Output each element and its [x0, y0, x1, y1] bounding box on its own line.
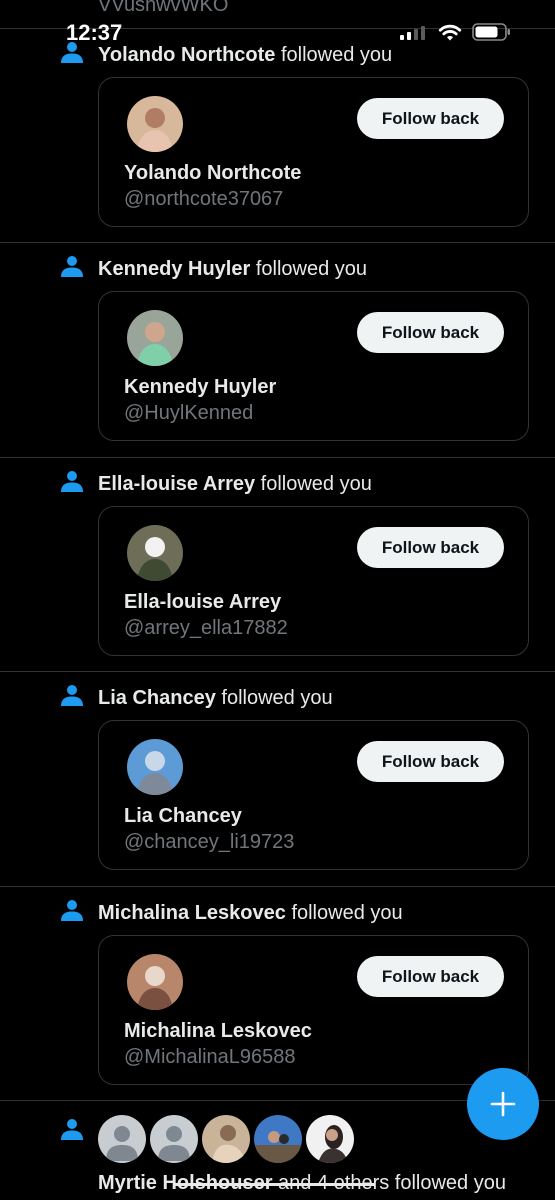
follower-name[interactable]: Lia Chancey — [98, 687, 216, 709]
follower-name[interactable]: Ella-louise Arrey — [98, 473, 255, 495]
compose-button[interactable] — [467, 1068, 539, 1140]
notification-text: Ella-louise Arrey followed you — [98, 473, 372, 496]
follower-name[interactable]: Kennedy Huyler — [98, 258, 250, 280]
person-icon — [61, 256, 83, 278]
card-display-name[interactable]: Lia Chancey — [124, 805, 242, 828]
action-text: followed you — [291, 901, 403, 924]
person-icon — [61, 470, 83, 492]
card-handle: @MichalinaL96588 — [124, 1045, 296, 1068]
follower-name[interactable]: Michalina Leskovec — [98, 902, 286, 924]
avatar[interactable] — [127, 953, 183, 1010]
card-handle: @chancey_li19723 — [124, 831, 295, 854]
avatar-placeholder[interactable] — [150, 1115, 198, 1163]
follow-back-button[interactable]: Follow back — [357, 526, 504, 568]
card-display-name[interactable]: Yolando Northcote — [124, 162, 301, 185]
cellular-signal-icon — [400, 26, 425, 40]
status-bar: VVushwvWKO 12:37 — [0, 0, 555, 56]
avatar[interactable] — [127, 739, 183, 796]
avatar[interactable] — [127, 524, 183, 581]
avatar[interactable] — [254, 1115, 302, 1163]
user-card[interactable]: Follow back Lia Chancey @chancey_li19723 — [98, 720, 529, 871]
notification-text: Kennedy Huyler followed you — [98, 258, 367, 281]
action-text: followed you — [255, 258, 368, 281]
notification-item[interactable]: Ella-louise Arrey followed you Follow ba… — [0, 458, 555, 673]
person-icon — [61, 899, 83, 921]
user-card[interactable]: Follow back Kennedy Huyler @HuylKenned — [98, 291, 529, 442]
card-display-name[interactable]: Kennedy Huyler — [124, 376, 276, 399]
avatar-placeholder[interactable] — [98, 1115, 146, 1163]
status-clock: 12:37 — [66, 20, 123, 45]
avatar[interactable] — [127, 310, 183, 367]
follow-back-button[interactable]: Follow back — [357, 955, 504, 997]
battery-icon — [472, 23, 510, 41]
previous-item-text: VVushwvWKO — [98, 0, 229, 16]
follow-back-button[interactable]: Follow back — [357, 98, 504, 139]
follow-back-button[interactable]: Follow back — [357, 741, 504, 783]
follow-back-button[interactable]: Follow back — [357, 312, 504, 354]
user-card[interactable]: Follow back Yolando Northcote @northcote… — [98, 77, 529, 227]
avatar[interactable] — [127, 96, 183, 152]
card-handle: @HuylKenned — [124, 402, 254, 425]
user-card[interactable]: Follow back Ella-louise Arrey @arrey_ell… — [98, 505, 529, 656]
plus-icon — [490, 1091, 516, 1117]
card-display-name[interactable]: Ella-louise Arrey — [124, 591, 281, 614]
wifi-icon — [438, 24, 462, 41]
strike-mark — [175, 1183, 375, 1186]
avatar[interactable] — [202, 1115, 250, 1163]
card-display-name[interactable]: Michalina Leskovec — [124, 1020, 312, 1043]
notification-item[interactable]: Michalina Leskovec followed you Follow b… — [0, 887, 555, 1101]
notification-item[interactable]: Kennedy Huyler followed you Follow back … — [0, 243, 555, 458]
notification-text: Michalina Leskovec followed you — [98, 902, 403, 925]
card-handle: @arrey_ella17882 — [124, 616, 288, 639]
notification-item[interactable]: Lia Chancey followed you Follow back Lia… — [0, 672, 555, 887]
person-icon — [61, 685, 83, 707]
notification-text: Lia Chancey followed you — [98, 687, 333, 710]
notification-item[interactable]: Yolando Northcote followed you Follow ba… — [0, 29, 555, 244]
card-handle: @northcote37067 — [124, 188, 284, 210]
person-icon — [61, 1119, 83, 1140]
user-card[interactable]: Follow back Michalina Leskovec @Michalin… — [98, 934, 529, 1085]
notifications-screen: VVushwvWKO 12:37 Yolando Northcote follo… — [0, 0, 555, 1200]
action-text: followed you — [260, 472, 372, 495]
action-text: followed you — [221, 687, 333, 710]
avatar[interactable] — [306, 1115, 354, 1163]
